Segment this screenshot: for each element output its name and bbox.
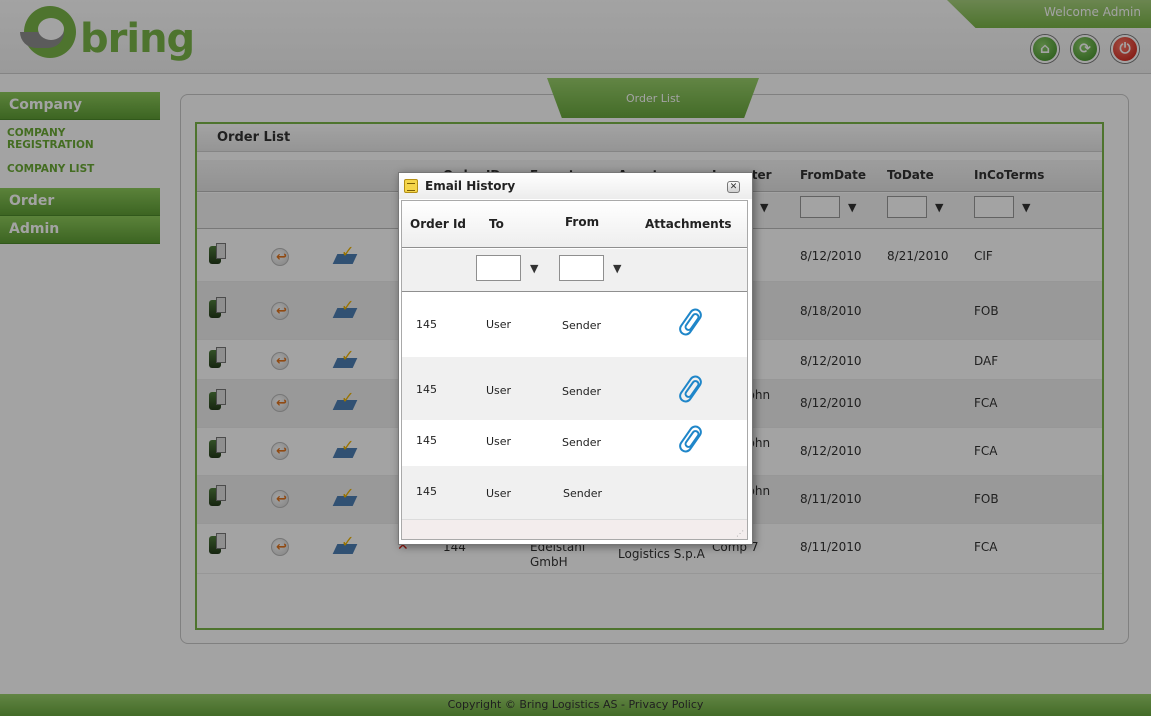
filter-input-from[interactable] bbox=[559, 255, 604, 281]
cell-from: Sender bbox=[562, 436, 601, 449]
dialog-grid-footer: ⋰ bbox=[402, 519, 747, 539]
cell-to: User bbox=[486, 435, 512, 448]
dialog-titlebar[interactable]: Email History ✕ bbox=[399, 173, 752, 199]
col-header-attachments[interactable]: Attachments bbox=[645, 217, 732, 231]
resize-grip-icon[interactable]: ⋰ bbox=[736, 529, 744, 538]
dialog-filter-row: ▼ ▼ bbox=[402, 249, 747, 292]
table-row: 145 User Sender bbox=[402, 466, 747, 519]
dialog-title: Email History bbox=[425, 179, 516, 193]
paperclip-icon[interactable] bbox=[678, 374, 702, 404]
filter-icon[interactable]: ▼ bbox=[530, 262, 538, 275]
cell-order-id: 145 bbox=[416, 485, 437, 498]
email-history-dialog: Email History ✕ Order Id To From Attachm… bbox=[398, 172, 753, 545]
col-header-to[interactable]: To bbox=[489, 217, 504, 231]
cell-order-id: 145 bbox=[416, 383, 437, 396]
table-row: 145 User Sender bbox=[402, 357, 747, 420]
col-header-from[interactable]: From bbox=[565, 215, 599, 229]
dialog-grid-header: Order Id To From Attachments bbox=[402, 201, 747, 248]
cell-to: User bbox=[486, 318, 512, 331]
cell-from: Sender bbox=[563, 487, 602, 500]
table-row: 145 User Sender bbox=[402, 293, 747, 357]
table-row: 145 User Sender bbox=[402, 420, 747, 466]
cell-to: User bbox=[486, 487, 512, 500]
cell-from: Sender bbox=[562, 385, 601, 398]
filter-input-to[interactable] bbox=[476, 255, 521, 281]
cell-order-id: 145 bbox=[416, 434, 437, 447]
paperclip-icon[interactable] bbox=[678, 424, 702, 454]
filter-icon[interactable]: ▼ bbox=[613, 262, 621, 275]
email-history-grid: Order Id To From Attachments ▼ ▼ 145 Use… bbox=[401, 200, 748, 540]
col-header-order-id[interactable]: Order Id bbox=[410, 217, 466, 231]
cell-order-id: 145 bbox=[416, 318, 437, 331]
notepad-icon bbox=[404, 179, 418, 193]
cell-from: Sender bbox=[562, 319, 601, 332]
close-icon[interactable]: ✕ bbox=[727, 181, 740, 193]
paperclip-icon[interactable] bbox=[678, 307, 702, 337]
cell-to: User bbox=[486, 384, 512, 397]
